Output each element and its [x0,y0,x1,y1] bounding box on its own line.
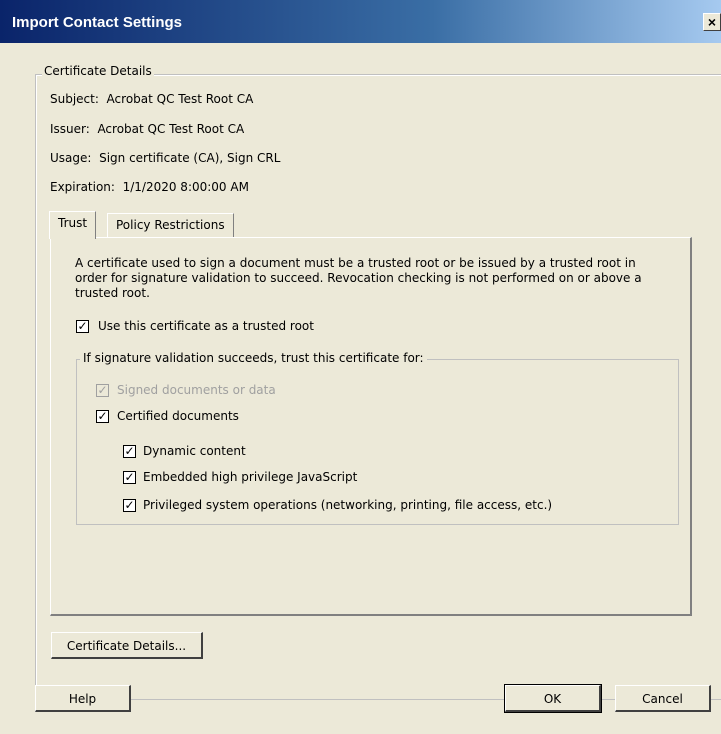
window-title: Import Contact Settings [12,14,183,31]
certificate-details-button[interactable]: Certificate Details... [51,632,203,659]
system-operations-label[interactable]: Privileged system operations (networking… [143,498,552,512]
help-button[interactable]: Help [35,685,131,712]
expiration-row: Expiration: 1/1/2020 8:00:00 AM [50,180,249,194]
trusted-root-checkbox[interactable]: ✓ [76,320,89,333]
certified-documents-checkbox[interactable]: ✓ [96,410,109,423]
subject-value: Acrobat QC Test Root CA [106,92,254,106]
usage-label: Usage: [50,151,92,165]
close-button[interactable]: × [703,13,721,31]
subject-row: Subject: Acrobat QC Test Root CA [50,92,253,106]
check-icon: ✓ [77,319,88,333]
trusted-root-label[interactable]: Use this certificate as a trusted root [98,319,314,333]
trust-for-legend: If signature validation succeeds, trust … [80,351,427,365]
system-operations-checkbox[interactable]: ✓ [123,499,136,512]
dynamic-content-label[interactable]: Dynamic content [143,444,246,458]
trust-description: A certificate used to sign a document mu… [75,256,642,300]
signed-documents-checkbox: ✓ [96,384,109,397]
signed-documents-label: Signed documents or data [117,383,276,397]
issuer-value: Acrobat QC Test Root CA [97,122,245,136]
check-icon: ✓ [97,409,108,423]
certificate-details-legend: Certificate Details [42,64,154,78]
usage-value: Sign certificate (CA), Sign CRL [99,151,281,165]
tab-trust[interactable]: Trust [49,211,97,239]
expiration-label: Expiration: [50,180,115,194]
expiration-value: 1/1/2020 8:00:00 AM [122,180,249,194]
usage-row: Usage: Sign certificate (CA), Sign CRL [50,151,280,165]
certified-documents-label[interactable]: Certified documents [117,409,239,423]
dynamic-content-checkbox[interactable]: ✓ [123,445,136,458]
ok-button[interactable]: OK [504,684,602,713]
check-icon: ✓ [124,470,135,484]
check-icon: ✓ [124,498,135,512]
javascript-checkbox[interactable]: ✓ [123,471,136,484]
cancel-button[interactable]: Cancel [615,685,711,712]
check-icon: ✓ [97,383,108,397]
issuer-row: Issuer: Acrobat QC Test Root CA [50,122,244,136]
javascript-label[interactable]: Embedded high privilege JavaScript [143,470,357,484]
close-icon: × [707,14,717,30]
tab-policy-restrictions[interactable]: Policy Restrictions [107,213,234,237]
subject-label: Subject: [50,92,99,106]
title-bar: Import Contact Settings × [0,0,721,43]
check-icon: ✓ [124,444,135,458]
issuer-label: Issuer: [50,122,90,136]
